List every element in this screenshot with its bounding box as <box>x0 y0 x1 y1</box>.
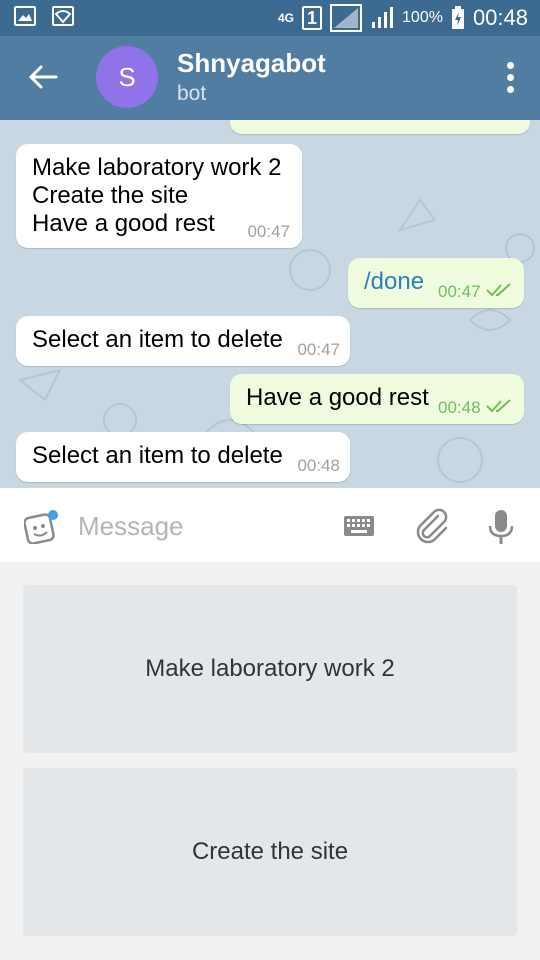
message-time: 00:47 <box>438 282 481 301</box>
attach-paperclip-icon[interactable] <box>414 508 450 544</box>
message-time: 00:48 <box>297 456 340 475</box>
battery-percent: 100% <box>402 9 443 26</box>
more-options-icon[interactable] <box>504 62 516 96</box>
message-bubble-incoming[interactable]: Make laboratory work 2 Create the site H… <box>16 144 302 248</box>
sticker-emoji-icon[interactable] <box>24 510 58 544</box>
signal-strength-icon <box>330 4 363 32</box>
message-bubble-partial <box>230 120 530 134</box>
message-bubble-incoming[interactable]: Select an item to delete 00:47 <box>16 316 350 366</box>
double-check-icon <box>486 399 511 413</box>
keyboard-button[interactable]: Create the site <box>23 768 517 936</box>
message-bubble-outgoing[interactable]: Have a good rest 00:48 <box>230 374 524 424</box>
message-text: Select an item to delete <box>32 326 283 353</box>
message-bubble-incoming[interactable]: Select an item to delete 00:48 <box>16 432 350 482</box>
message-bubble-outgoing[interactable]: /done 00:47 <box>348 258 524 308</box>
message-text: Make laboratory work 2 Create the site H… <box>32 154 282 237</box>
microphone-icon[interactable] <box>486 508 516 546</box>
message-input[interactable] <box>78 506 328 546</box>
network-type-indicator: 4G <box>278 11 295 25</box>
sim-slot-indicator: 1 <box>302 6 323 30</box>
status-time: 00:48 <box>472 5 528 30</box>
battery-charging-icon <box>451 6 464 29</box>
keyboard-icon[interactable] <box>344 516 374 536</box>
message-text: Select an item to delete <box>32 442 283 469</box>
bot-reply-keyboard: Make laboratory work 2 Create the site <box>0 562 540 960</box>
cell-signal-icon <box>372 7 394 28</box>
message-text: Have a good rest <box>246 384 429 411</box>
double-check-icon <box>486 283 511 297</box>
keyboard-button[interactable]: Make laboratory work 2 <box>23 585 517 753</box>
wifi-notification-icon <box>52 6 74 26</box>
chat-title[interactable]: Shnyagabot <box>177 48 326 79</box>
chat-subtitle: bot <box>177 82 207 105</box>
chat-header: S Shnyagabot bot <box>0 36 540 120</box>
status-bar: 4G 1 100% 00:48 <box>0 0 540 36</box>
message-time: 00:47 <box>247 222 290 241</box>
avatar[interactable]: S <box>96 46 158 108</box>
message-time: 00:48 <box>438 398 481 417</box>
back-arrow-icon[interactable] <box>26 60 60 94</box>
message-command-link[interactable]: /done <box>364 268 424 296</box>
message-list[interactable]: Make laboratory work 2 Create the site H… <box>0 120 540 488</box>
message-input-bar <box>0 488 540 562</box>
gallery-notification-icon <box>14 6 36 26</box>
message-time: 00:47 <box>297 340 340 359</box>
